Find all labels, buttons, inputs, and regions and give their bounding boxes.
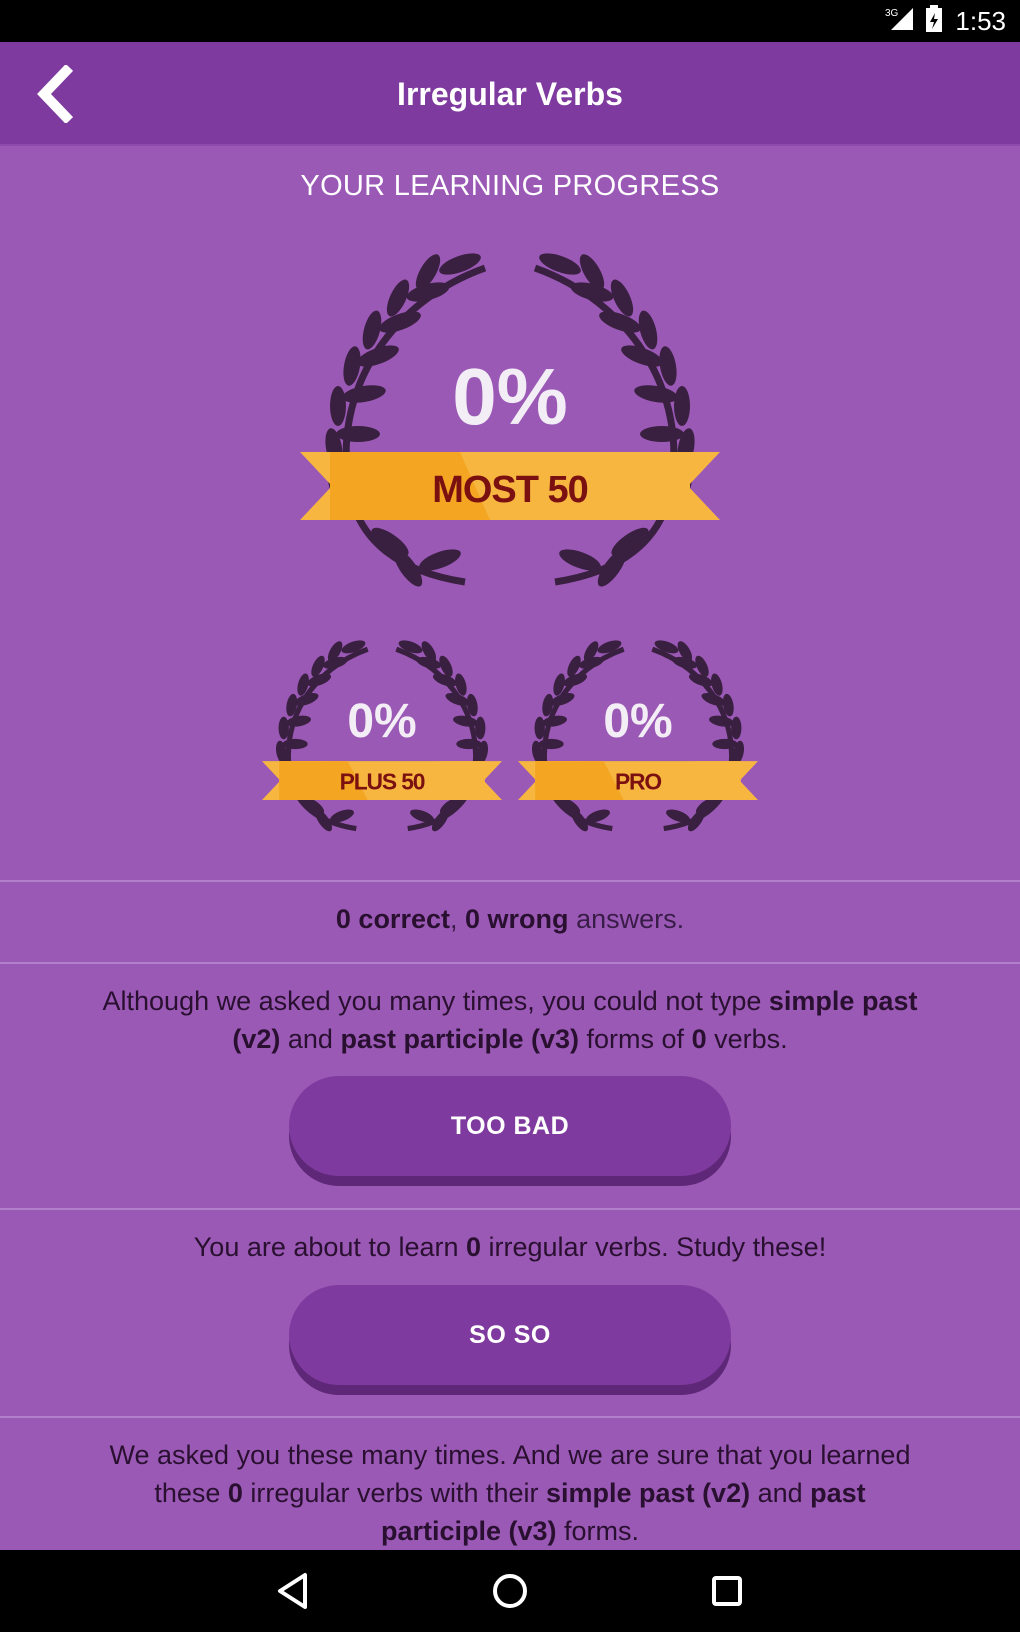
pro-percent: 0% — [603, 695, 672, 748]
so-so-button[interactable]: SO SO — [289, 1285, 731, 1385]
correct-word: correct — [358, 904, 450, 934]
main-label: MOST 50 — [432, 469, 588, 511]
main-percent: 0% — [452, 352, 568, 441]
back-triangle-icon — [278, 1573, 307, 1609]
status-right: 3G 1:53 — [885, 0, 1006, 42]
msg-text: irregular verbs with their — [242, 1478, 547, 1508]
system-nav-bar — [0, 1550, 1020, 1632]
network-type: 3G — [885, 8, 899, 19]
msg-text: forms of — [579, 1024, 692, 1054]
signal-icon: 3G — [885, 6, 915, 37]
recents-square-icon — [712, 1576, 742, 1606]
so-so-message: You are about to learn 0 irregular verbs… — [80, 1228, 940, 1266]
msg-text: verbs. — [706, 1024, 788, 1054]
page-title: Irregular Verbs — [397, 76, 623, 112]
home-circle-icon — [493, 1574, 527, 1608]
msg-text: forms. — [556, 1516, 640, 1546]
answers-tail: answers. — [576, 904, 685, 934]
divider — [0, 1416, 1020, 1418]
main-laurel-badge: 0% MOST 50 — [300, 242, 720, 612]
wrong-count: 0 — [465, 904, 481, 934]
too-bad-button[interactable]: TOO BAD — [289, 1076, 731, 1176]
plus50-percent: 0% — [347, 695, 416, 748]
msg-bold: past participle (v3) — [340, 1024, 580, 1054]
nav-home-button[interactable] — [485, 1566, 535, 1616]
learned-message: We asked you these many times. And we ar… — [100, 1436, 920, 1550]
correct-count: 0 — [335, 904, 351, 934]
answers-summary: 0 correct, 0 wrong answers. — [0, 904, 1020, 935]
nav-back-button[interactable] — [268, 1566, 318, 1616]
msg-text: irregular verbs. Study these! — [481, 1232, 827, 1262]
battery-icon — [925, 4, 945, 38]
msg-text: and — [280, 1024, 341, 1054]
status-time: 1:53 — [955, 5, 1006, 36]
answers-comma: , — [449, 904, 458, 934]
nav-recents-button[interactable] — [702, 1566, 752, 1616]
divider — [0, 880, 1020, 882]
plus50-laurel-badge: 0% PLUS 50 — [262, 634, 502, 846]
msg-bold: 0 — [691, 1024, 707, 1054]
progress-heading: YOUR LEARNING PROGRESS — [300, 170, 720, 202]
wrong-word: wrong — [487, 904, 569, 934]
status-bar: 3G 1:53 — [0, 0, 1020, 42]
msg-bold: 0 — [466, 1232, 482, 1262]
pro-laurel-badge: 0% PRO — [518, 634, 758, 846]
msg-bold: 0 — [227, 1478, 243, 1508]
app-bar: Irregular Verbs — [0, 42, 1020, 146]
msg-text: and — [750, 1478, 811, 1508]
msg-bold: simple past (v2) — [546, 1478, 751, 1508]
plus50-label: PLUS 50 — [340, 769, 425, 795]
msg-text: Although we asked you many times, you co… — [102, 986, 769, 1016]
too-bad-message: Although we asked you many times, you co… — [80, 982, 940, 1058]
divider — [0, 962, 1020, 964]
divider — [0, 1208, 1020, 1210]
msg-text: You are about to learn — [193, 1232, 466, 1262]
pro-label: PRO — [615, 769, 661, 795]
progress-content: YOUR LEARNING PROGRESS 0% MOST 50 0% PLU… — [0, 146, 1020, 1550]
